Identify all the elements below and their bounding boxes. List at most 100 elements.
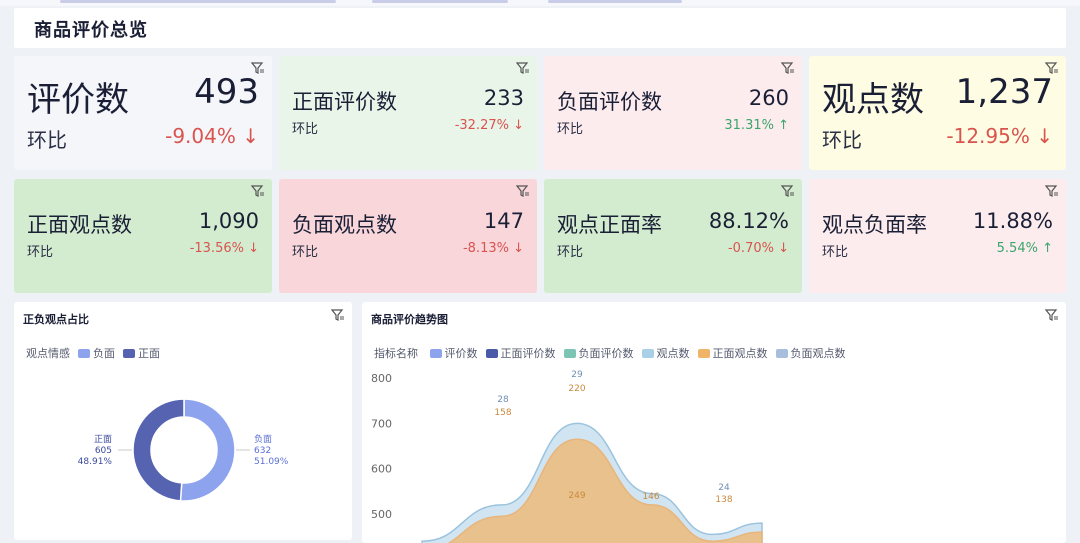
legend-swatch bbox=[697, 349, 710, 358]
kpi-title: 评价数 bbox=[27, 80, 129, 120]
kpi-card: 观点负面率 11.88% 环比 5.54% ↑ bbox=[809, 179, 1066, 293]
kpi-value: 11.88% bbox=[972, 209, 1053, 233]
y-tick-label: 500 bbox=[371, 508, 392, 521]
kpi-change-value: -9.04% bbox=[165, 124, 236, 148]
y-tick-label: 600 bbox=[371, 463, 392, 476]
filter-icon[interactable] bbox=[1045, 308, 1059, 322]
data-label: 138 bbox=[715, 495, 732, 505]
kpi-card: 观点正面率 88.12% 环比 -0.70% ↓ bbox=[544, 179, 802, 293]
kpi-change-label: 环比 bbox=[822, 245, 849, 260]
arrow-down-icon: ↓ bbox=[508, 241, 524, 256]
legend-swatch bbox=[485, 349, 498, 358]
pie-legend-title: 观点情感 bbox=[26, 347, 70, 360]
pie-label-name: 负面 bbox=[254, 433, 272, 445]
filter-icon[interactable] bbox=[516, 61, 530, 75]
kpi-change-label: 环比 bbox=[27, 128, 67, 152]
filter-icon[interactable] bbox=[781, 184, 795, 198]
kpi-change: -12.95% ↓ bbox=[946, 124, 1053, 148]
legend-swatch bbox=[429, 349, 442, 358]
pie-panel: 正负观点占比 观点情感 负面 正面 负面 632 51.09% 正面 605 48.91% bbox=[14, 302, 352, 540]
kpi-change-value: -0.70% bbox=[727, 241, 774, 256]
arrow-up-icon: ↑ bbox=[1037, 241, 1053, 256]
filter-icon[interactable] bbox=[251, 184, 265, 198]
filter-icon[interactable] bbox=[781, 61, 795, 75]
data-label: 28 bbox=[497, 395, 509, 405]
kpi-change-value: -8.13% bbox=[462, 241, 509, 256]
data-label: 24 bbox=[718, 483, 730, 493]
trend-legend-item[interactable]: 正面观点数 bbox=[713, 347, 768, 360]
kpi-change-value: 31.31% bbox=[724, 118, 774, 133]
kpi-value: 147 bbox=[483, 209, 524, 233]
page-header: 商品评价总览 bbox=[14, 8, 1066, 48]
kpi-change: -13.56% ↓ bbox=[190, 241, 259, 256]
trend-panel-title: 商品评价趋势图 bbox=[371, 313, 448, 326]
area-series[interactable] bbox=[422, 438, 763, 543]
pie-label-value: 632 bbox=[254, 446, 271, 456]
filter-icon[interactable] bbox=[516, 184, 530, 198]
kpi-change: -9.04% ↓ bbox=[165, 124, 259, 148]
kpi-title: 正面观点数 bbox=[27, 213, 132, 237]
filter-icon[interactable] bbox=[331, 308, 345, 322]
data-label: 146 bbox=[642, 492, 659, 502]
kpi-change-label: 环比 bbox=[557, 122, 584, 137]
kpi-card: 负面观点数 147 环比 -8.13% ↓ bbox=[279, 179, 537, 293]
kpi-change-label: 环比 bbox=[292, 245, 319, 260]
area-chart: 800 700 600 500 28 158 29 220 249 146 24 138 bbox=[371, 370, 763, 543]
arrow-down-icon: ↓ bbox=[235, 124, 259, 148]
legend-swatch bbox=[641, 349, 654, 358]
kpi-card: 正面观点数 1,090 环比 -13.56% ↓ bbox=[14, 179, 272, 293]
kpi-title: 观点负面率 bbox=[822, 213, 927, 237]
page-title: 商品评价总览 bbox=[34, 20, 148, 41]
pie-label-percent: 48.91% bbox=[78, 457, 113, 467]
pie-slice[interactable] bbox=[132, 398, 185, 502]
pie-slice[interactable] bbox=[179, 398, 236, 502]
kpi-card: 正面评价数 233 环比 -32.27% ↓ bbox=[279, 56, 537, 170]
arrow-down-icon: ↓ bbox=[508, 118, 524, 133]
kpi-title: 负面评价数 bbox=[557, 90, 662, 114]
trend-legend-item[interactable]: 评价数 bbox=[445, 347, 478, 360]
kpi-title: 正面评价数 bbox=[292, 90, 397, 114]
pie-legend: 观点情感 负面 正面 bbox=[26, 345, 160, 361]
trend-legend-item[interactable]: 负面评价数 bbox=[579, 347, 634, 360]
y-tick-label: 700 bbox=[371, 417, 392, 430]
kpi-change-label: 环比 bbox=[822, 128, 862, 152]
arrow-down-icon: ↓ bbox=[1029, 124, 1053, 148]
pie-legend-item-pos[interactable]: 正面 bbox=[138, 347, 160, 360]
trend-legend-title: 指标名称 bbox=[374, 347, 418, 360]
kpi-change-value: -12.95% bbox=[946, 124, 1030, 148]
legend-swatch bbox=[78, 349, 90, 358]
trend-legend-item[interactable]: 正面评价数 bbox=[501, 347, 556, 360]
kpi-change-label: 环比 bbox=[27, 245, 54, 260]
kpi-change: -32.27% ↓ bbox=[455, 118, 524, 133]
kpi-value: 88.12% bbox=[708, 209, 789, 233]
data-label: 249 bbox=[568, 491, 585, 501]
kpi-change-value: -32.27% bbox=[454, 118, 509, 133]
kpi-value: 1,237 bbox=[955, 72, 1053, 112]
data-label: 220 bbox=[568, 384, 585, 394]
kpi-change: -8.13% ↓ bbox=[463, 241, 524, 256]
kpi-title: 观点数 bbox=[822, 80, 924, 120]
legend-swatch bbox=[563, 349, 576, 358]
trend-panel: 商品评价趋势图 指标名称 评价数 正面评价数 负面评价数 观点数 正面观点数 负面观点数 … bbox=[362, 302, 1066, 543]
data-label: 29 bbox=[571, 370, 583, 380]
pie-legend-item-neg[interactable]: 负面 bbox=[93, 347, 115, 360]
legend-swatch bbox=[123, 349, 135, 358]
trend-legend: 指标名称 评价数 正面评价数 负面评价数 观点数 正面观点数 负面观点数 bbox=[374, 345, 846, 361]
kpi-change-value: 5.54% bbox=[996, 241, 1038, 256]
kpi-card: 评价数 493 环比 -9.04% ↓ bbox=[14, 56, 272, 170]
trend-legend-item[interactable]: 负面观点数 bbox=[791, 347, 846, 360]
filter-icon[interactable] bbox=[1045, 184, 1059, 198]
pie-panel-title: 正负观点占比 bbox=[23, 313, 89, 326]
data-label: 158 bbox=[494, 408, 511, 418]
kpi-change-label: 环比 bbox=[292, 122, 319, 137]
donut-chart: 负面63251.09% 正面60548.91% bbox=[78, 398, 289, 502]
kpi-change-value: -13.56% bbox=[189, 241, 244, 256]
kpi-value: 233 bbox=[483, 86, 524, 110]
pie-label-name: 正面 bbox=[94, 434, 112, 445]
kpi-card: 观点数 1,237 环比 -12.95% ↓ bbox=[809, 56, 1066, 170]
kpi-value: 1,090 bbox=[198, 209, 259, 233]
trend-legend-item[interactable]: 观点数 bbox=[657, 347, 690, 360]
top-scroll-strip bbox=[0, 0, 1080, 6]
kpi-change: -0.70% ↓ bbox=[728, 241, 789, 256]
pie-label-value: 605 bbox=[95, 446, 112, 456]
